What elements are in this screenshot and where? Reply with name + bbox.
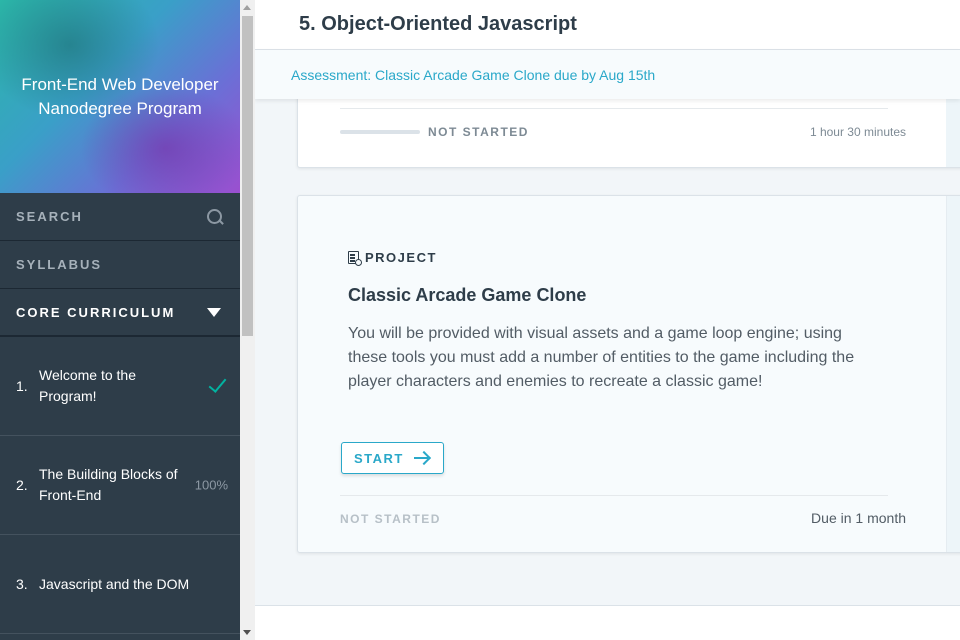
program-banner: Front-End Web Developer Nanodegree Progr… — [0, 0, 240, 193]
core-curriculum-toggle[interactable]: CORE CURRICULUM — [0, 289, 240, 337]
divider — [340, 495, 888, 496]
project-card: PROJECT Classic Arcade Game Clone You wi… — [297, 195, 960, 553]
sidebar-scrollbar[interactable] — [240, 0, 255, 640]
core-curriculum-label: CORE CURRICULUM — [16, 304, 176, 320]
check-icon — [208, 374, 227, 393]
next-section — [255, 605, 960, 640]
progress-bar — [340, 130, 420, 134]
search-icon[interactable] — [206, 208, 224, 226]
sidebar: Front-End Web Developer Nanodegree Progr… — [0, 0, 240, 640]
sidebar-lesson-2[interactable]: 2. The Building Blocks of Front-End 100% — [0, 436, 240, 535]
due-label: Due in 1 month — [811, 510, 906, 526]
duration-label: 1 hour 30 minutes — [809, 125, 906, 139]
scroll-thumb[interactable] — [242, 16, 253, 336]
program-title: Front-End Web Developer Nanodegree Progr… — [21, 75, 219, 118]
lesson-number: 1. — [16, 377, 28, 394]
sidebar-lesson-1[interactable]: 1. Welcome to the Program! — [0, 337, 240, 436]
lesson-title: Javascript and the DOM — [39, 575, 190, 592]
lesson-progress: 100% — [194, 477, 228, 493]
syllabus-label: SYLLABUS — [16, 257, 103, 272]
project-kind: PROJECT — [348, 250, 437, 266]
page-title: 5. Object-Oriented Javascript — [299, 13, 577, 35]
scroll-up-icon[interactable] — [243, 5, 251, 10]
arrow-right-icon — [413, 452, 430, 464]
caret-down-icon — [207, 307, 221, 317]
scroll-down-icon[interactable] — [243, 630, 251, 635]
start-button[interactable]: START — [341, 442, 444, 474]
assessment-link[interactable]: Assessment: Classic Arcade Game Clone du… — [291, 67, 655, 83]
project-title: Classic Arcade Game Clone — [348, 285, 587, 305]
project-kind-label: PROJECT — [365, 250, 437, 265]
sidebar-lesson-3[interactable]: 3. Javascript and the DOM — [0, 535, 240, 634]
project-doc-icon — [348, 251, 362, 266]
assessment-bar: Assessment: Classic Arcade Game Clone du… — [255, 50, 960, 99]
card-edge — [946, 196, 960, 552]
lesson-title: The Building Blocks of Front-End — [39, 466, 178, 503]
status-label: NOT STARTED — [428, 125, 529, 139]
search-label: SEARCH — [16, 209, 83, 224]
main-content: 5. Object-Oriented Javascript Assessment… — [255, 0, 960, 640]
sidebar-item-syllabus[interactable]: SYLLABUS — [0, 241, 240, 289]
project-description: You will be provided with visual assets … — [348, 325, 855, 390]
lesson-title: Welcome to the Program! — [39, 367, 137, 404]
lesson-header: 5. Object-Oriented Javascript — [255, 0, 960, 50]
start-label: START — [354, 450, 404, 466]
divider — [340, 108, 888, 109]
sidebar-search[interactable]: SEARCH — [0, 193, 240, 241]
lesson-number: 2. — [16, 476, 28, 493]
lesson-number: 3. — [16, 575, 28, 592]
status-label: NOT STARTED — [340, 512, 441, 526]
